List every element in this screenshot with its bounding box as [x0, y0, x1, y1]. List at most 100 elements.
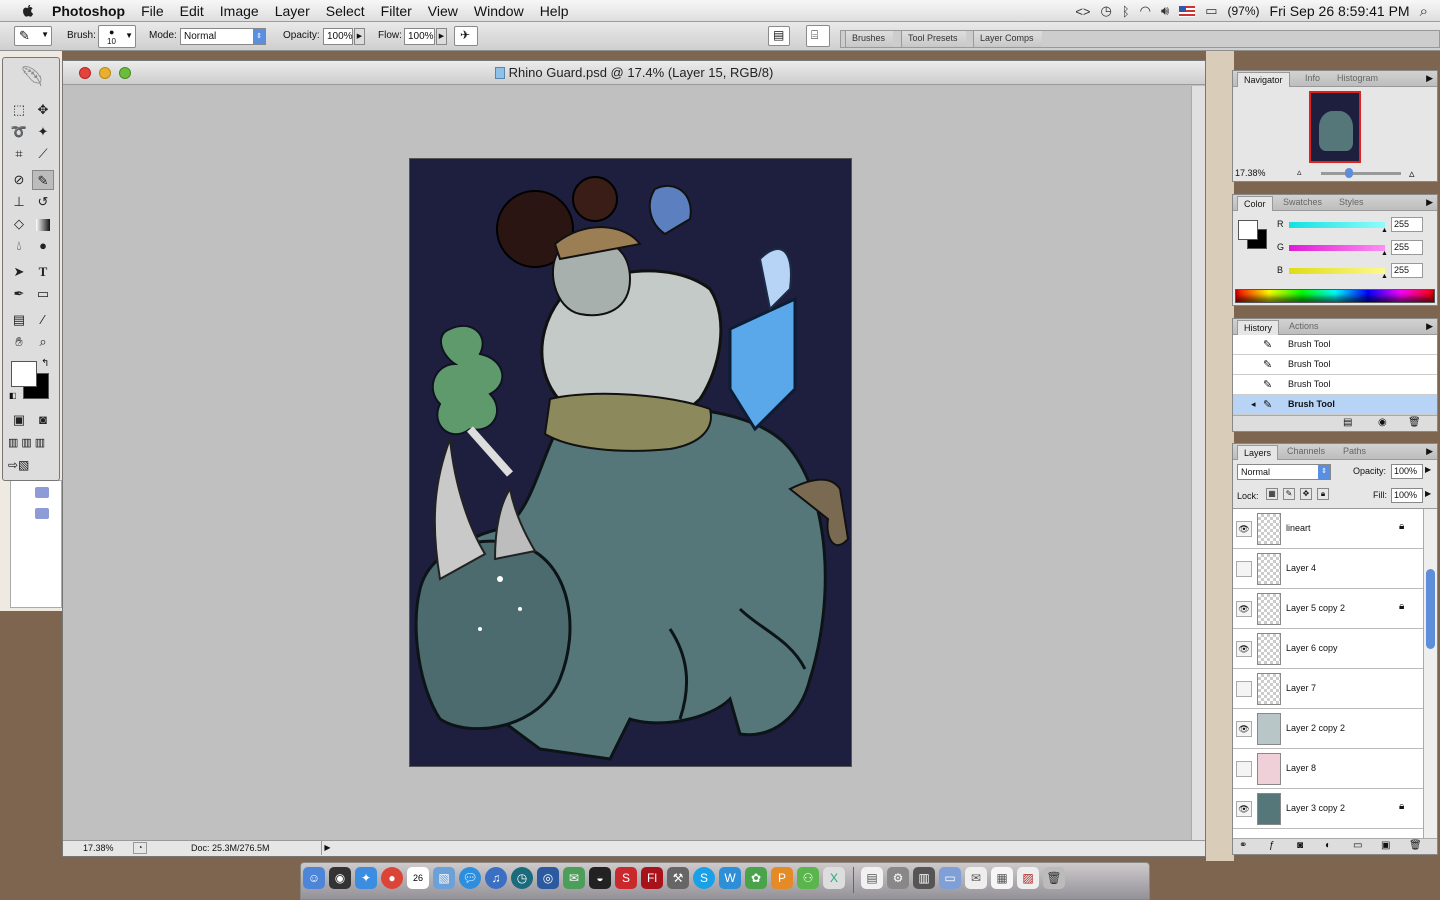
history-item[interactable]: ✎ Brush Tool — [1233, 335, 1437, 355]
navigator-zoom-slider[interactable] — [1321, 168, 1401, 178]
folder-icon[interactable] — [35, 487, 49, 498]
status-menu-arrow[interactable]: ▶ — [321, 841, 333, 855]
blend-mode-select[interactable]: Normal ⇕ — [1237, 464, 1331, 480]
layer-row[interactable]: Layer 4 — [1233, 549, 1423, 589]
brush-picker[interactable]: ● 10 ▼ — [98, 25, 136, 48]
zoom-tool-icon[interactable]: ⌕ — [32, 332, 54, 352]
value-r[interactable]: 255 — [1391, 217, 1423, 232]
gradient-tool-icon[interactable] — [32, 214, 54, 234]
menu-file[interactable]: File — [133, 0, 172, 22]
bluetooth-icon[interactable]: ᛒ — [1122, 4, 1130, 19]
shape-tool-icon[interactable]: ▭ — [32, 284, 54, 304]
tab-history[interactable]: History — [1237, 320, 1280, 335]
document-stack-icon[interactable]: ▤ — [861, 867, 883, 889]
close-button[interactable] — [79, 67, 91, 79]
menu-help[interactable]: Help — [532, 0, 577, 22]
move-tool-icon[interactable]: ✥ — [32, 100, 54, 120]
panel-menu-icon[interactable]: ▶ — [1426, 321, 1433, 332]
lock-transparency-icon[interactable]: ▦ — [1266, 488, 1278, 500]
canvas[interactable] — [409, 158, 852, 767]
adjustment-layer-icon[interactable]: ◐ — [1325, 840, 1331, 851]
tab-layers[interactable]: Layers — [1237, 445, 1279, 460]
minimize-button[interactable] — [99, 67, 111, 79]
notes-tool-icon[interactable]: ▤ — [8, 310, 30, 330]
healing-brush-tool-icon[interactable]: ⊘ — [8, 170, 30, 190]
app-green-icon[interactable]: ✿ — [745, 867, 767, 889]
menu-view[interactable]: View — [420, 0, 466, 22]
slider-thumb-icon[interactable]: ▲ — [1381, 227, 1388, 234]
flow-slider-arrow[interactable]: ▶ — [436, 28, 447, 45]
utility-icon[interactable]: ⚒ — [667, 867, 689, 889]
tab-histogram[interactable]: Histogram — [1337, 73, 1378, 83]
tab-paths[interactable]: Paths — [1343, 446, 1366, 456]
photobooth-icon[interactable]: ◎ — [537, 867, 559, 889]
fill-field[interactable]: 100% — [1391, 488, 1423, 503]
marquee-tool-icon[interactable]: ⬚ — [8, 100, 30, 120]
history-brush-tool-icon[interactable]: ↺ — [32, 192, 54, 212]
slider-r[interactable] — [1289, 222, 1385, 228]
layer-opacity-field[interactable]: 100% — [1391, 464, 1423, 479]
menu-layer[interactable]: Layer — [267, 0, 318, 22]
document-title-bar[interactable]: Rhino Guard.psd @ 17.4% (Layer 15, RGB/8… — [63, 61, 1205, 85]
foreground-color-swatch[interactable] — [11, 361, 37, 387]
tab-color[interactable]: Color — [1237, 196, 1273, 211]
quick-mask-mode-icon[interactable]: ◙ — [32, 410, 54, 430]
layer-opacity-arrow[interactable]: ▶ — [1425, 465, 1431, 474]
hand-tool-icon[interactable]: ✋︎ — [8, 332, 30, 352]
trash-icon[interactable]: 🗑︎ — [1043, 867, 1065, 889]
palette-toggle-button[interactable]: ▤ — [768, 26, 790, 46]
spotlight-search-icon[interactable]: ⌕ — [1420, 3, 1428, 20]
eye-icon[interactable]: 👁︎ — [1236, 641, 1252, 657]
tab-swatches[interactable]: Swatches — [1283, 197, 1322, 207]
panel-menu-icon[interactable]: ▶ — [1426, 73, 1433, 84]
vlc-icon[interactable]: ◒ — [589, 867, 611, 889]
downloads-stack-icon[interactable]: ▥ — [913, 867, 935, 889]
panel-menu-icon[interactable]: ▶ — [1426, 446, 1433, 457]
navigator-preview[interactable] — [1309, 91, 1361, 163]
eye-icon[interactable]: 👁︎ — [1236, 721, 1252, 737]
magic-wand-tool-icon[interactable]: ✦ — [32, 122, 54, 142]
value-g[interactable]: 255 — [1391, 240, 1423, 255]
color-spectrum-ramp[interactable] — [1235, 289, 1435, 303]
code-icon[interactable]: <> — [1075, 4, 1090, 19]
pictures-stack-icon[interactable]: ▨ — [1017, 867, 1039, 889]
layer-row[interactable]: 👁︎ Layer 3 copy 2 🔒︎ — [1233, 789, 1423, 829]
menu-filter[interactable]: Filter — [373, 0, 420, 22]
x11-icon[interactable]: X — [823, 867, 845, 889]
lock-all-icon[interactable]: 🔒︎ — [1317, 488, 1329, 500]
tab-info[interactable]: Info — [1305, 73, 1320, 83]
menu-select[interactable]: Select — [318, 0, 373, 22]
vertical-scrollbar[interactable] — [1191, 86, 1205, 840]
new-layer-icon[interactable]: ▣ — [1381, 840, 1390, 851]
ichat-icon[interactable]: 💬︎ — [459, 867, 481, 889]
slider-g[interactable] — [1289, 245, 1385, 251]
slice-tool-icon[interactable]: ⟋ — [32, 144, 54, 164]
layer-row[interactable]: 👁︎ lineart 🔒︎ — [1233, 509, 1423, 549]
new-group-icon[interactable]: ▭ — [1353, 840, 1362, 851]
wifi-icon[interactable]: ◠ — [1140, 3, 1151, 19]
opacity-field[interactable]: 100% — [323, 28, 353, 45]
screen-mode-icons[interactable]: ▥▥▥ — [8, 436, 56, 452]
type-tool-icon[interactable]: T — [32, 262, 54, 282]
standard-mode-icon[interactable]: ▣ — [8, 410, 30, 430]
app-orange-icon[interactable]: P — [771, 867, 793, 889]
app-wave-icon[interactable]: W — [719, 867, 741, 889]
add-mask-icon[interactable]: ◙ — [1297, 840, 1303, 851]
well-tab-tool-presets[interactable]: Tool Presets — [901, 31, 966, 47]
lasso-tool-icon[interactable]: ➰ — [8, 122, 30, 142]
menu-edit[interactable]: Edit — [172, 0, 212, 22]
menu-window[interactable]: Window — [466, 0, 532, 22]
apple-menu-icon[interactable] — [18, 2, 36, 20]
dashboard-icon[interactable]: ◉ — [329, 867, 351, 889]
history-item-selected[interactable]: ◂ ✎ Brush Tool — [1233, 395, 1437, 415]
well-tab-layer-comps[interactable]: Layer Comps — [973, 31, 1042, 47]
layer-row[interactable]: 👁︎ Layer 2 copy 2 — [1233, 709, 1423, 749]
eye-hidden-icon[interactable] — [1236, 681, 1252, 697]
eye-icon[interactable]: 👁︎ — [1236, 521, 1252, 537]
finder-icon[interactable]: ☺ — [303, 867, 325, 889]
bridge-button[interactable]: ⌸ — [806, 25, 830, 47]
layers-scrollbar[interactable] — [1423, 509, 1437, 838]
input-flag-icon[interactable] — [1179, 5, 1196, 17]
tab-navigator[interactable]: Navigator — [1237, 72, 1290, 87]
value-b[interactable]: 255 — [1391, 263, 1423, 278]
